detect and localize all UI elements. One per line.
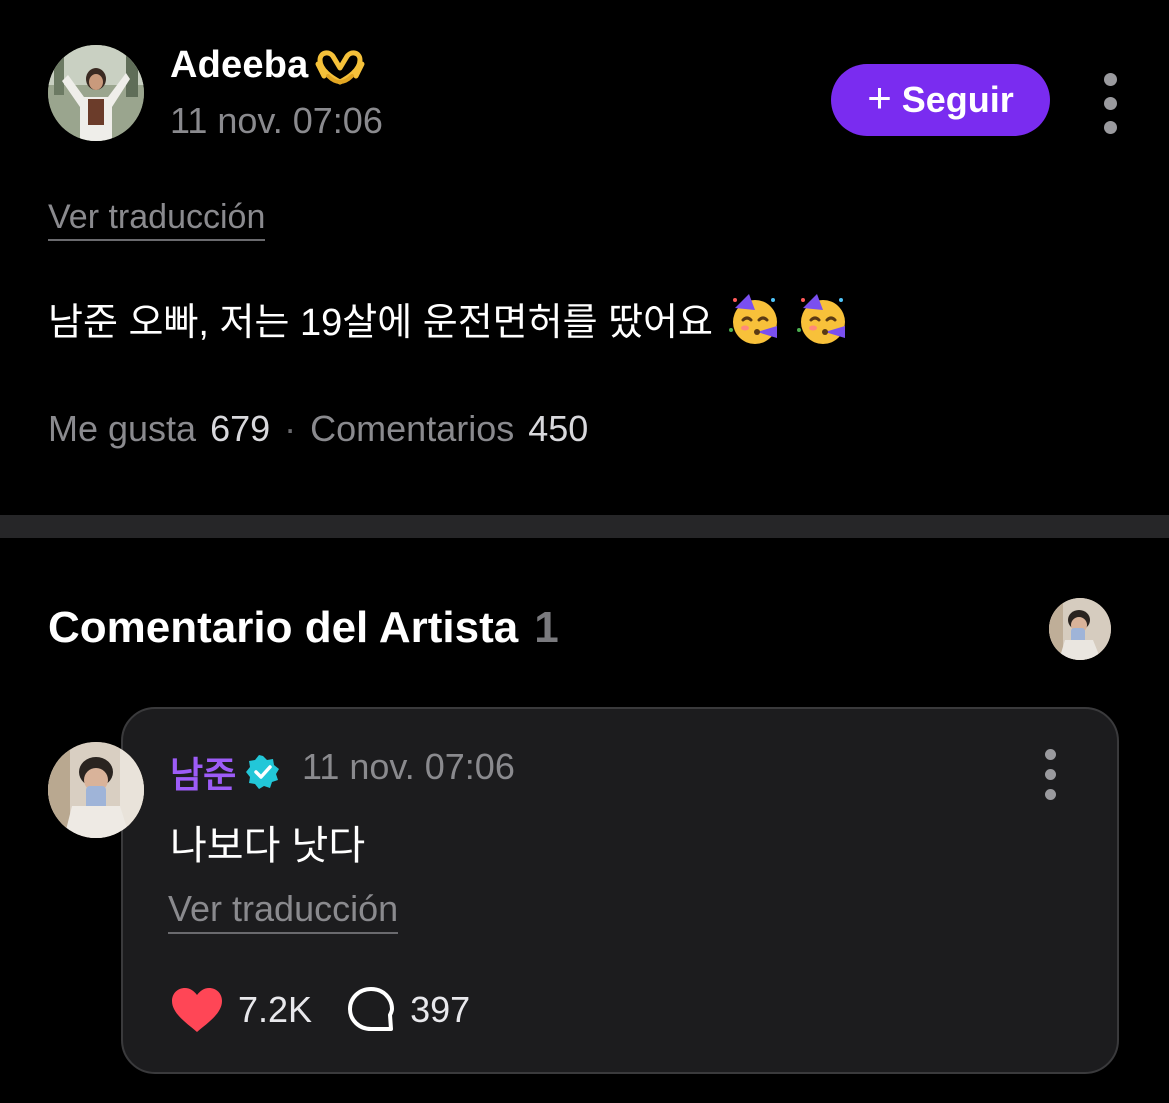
comments-label: Comentarios [310,408,515,449]
comment-bubble-icon [346,985,396,1035]
post-timestamp: 11 nov. 07:06 [170,100,383,141]
comment-text: 나보다 낫다 [170,824,366,868]
reply-count: 397 [410,989,471,1030]
post: Adeeba 11 nov. 07:06 + Seguir Ver traduc… [0,0,1169,515]
translate-link[interactable]: Ver traducción [48,198,266,241]
author-avatar[interactable] [48,45,144,141]
likes-count[interactable]: 679 [210,408,270,450]
verified-badge-icon [246,755,280,789]
partying-face-icon [725,290,781,346]
author-name-text: Adeeba [170,44,309,86]
comment-translate-link[interactable]: Ver traducción [168,888,399,934]
section-title-text: Comentario del Artista [48,603,519,652]
artist-name-text: 남준 [170,754,237,795]
section-divider [0,515,1169,538]
stats-separator: · [284,408,297,449]
follow-button-label: Seguir [901,79,1014,120]
post-body-text: 남준 오빠, 저는 19살에 운전면허를 땄어요 [48,301,713,344]
plus-icon: + [867,74,892,121]
post-body: 남준 오빠, 저는 19살에 운전면허를 땄어요 [48,290,849,346]
more-options-icon[interactable] [1098,73,1122,134]
artist-avatar-small[interactable] [1049,598,1111,660]
likes-label: Me gusta [48,408,197,449]
author-name[interactable]: Adeeba [170,44,366,87]
heart-icon [170,986,224,1034]
reply-button[interactable]: 397 [346,985,470,1035]
artist-avatar-small-image [1049,598,1111,660]
author-avatar-image [48,45,144,141]
comments-count[interactable]: 450 [528,408,588,450]
artist-avatar[interactable] [48,742,144,838]
heart-hands-icon [314,46,366,86]
post-page: Adeeba 11 nov. 07:06 + Seguir Ver traduc… [0,0,1169,1103]
like-button[interactable]: 7.2K [170,986,312,1034]
partying-face-icon [793,290,849,346]
comment-more-options-icon[interactable] [1038,749,1062,800]
like-count: 7.2K [238,989,313,1030]
artist-comment-section-title: Comentario del Artista 1 [48,603,559,653]
section-title-count: 1 [534,603,559,652]
follow-button[interactable]: + Seguir [831,64,1050,136]
post-stats: Me gusta 679 · Comentarios 450 [48,408,588,450]
comment-actions: 7.2K 397 [170,985,470,1035]
artist-avatar-image [48,742,144,838]
comment-timestamp: 11 nov. 07:06 [302,746,515,787]
artist-name[interactable]: 남준 [170,746,280,798]
